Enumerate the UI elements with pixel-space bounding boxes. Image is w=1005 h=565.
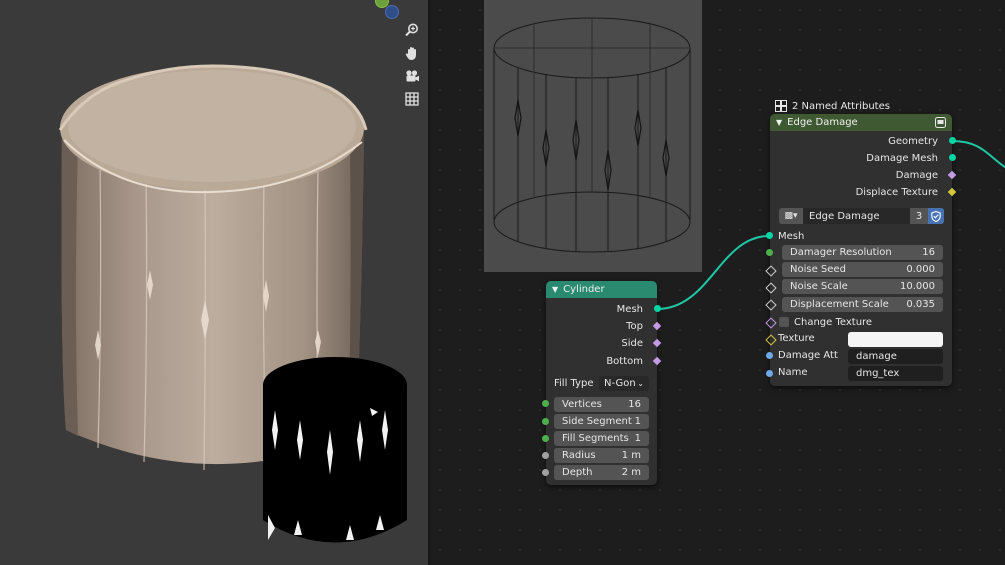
fill-type-dropdown[interactable]: N-Gon ⌄ [599,376,649,391]
output-damage-mesh-socket[interactable] [949,154,956,161]
output-side: Side [546,335,662,351]
change-texture-checkbox[interactable] [779,317,789,327]
chevron-down-icon: ⌄ [637,379,644,388]
3d-viewport[interactable] [0,0,428,565]
vertices-field[interactable]: Vertices 16 [554,397,649,412]
input-vertices-socket[interactable] [542,400,549,407]
output-top-socket[interactable] [652,321,662,331]
input-noise-scale-socket[interactable] [765,282,777,294]
texture-color-field[interactable] [848,332,943,347]
input-depth-socket[interactable] [542,469,549,476]
output-damage-socket[interactable] [947,170,957,180]
radius-field[interactable]: Radius 1 m [554,448,649,463]
edge-damage-node-header[interactable]: ▼ Edge Damage [770,114,952,131]
input-texture-socket[interactable] [765,334,777,346]
damager-resolution-field[interactable]: Damager Resolution 16 [782,245,943,260]
node-group-name-field[interactable]: Edge Damage [803,208,910,224]
node-group-icon[interactable] [935,117,946,128]
displacement-scale-field[interactable]: Displacement Scale 0.035 [782,297,943,312]
input-name-socket[interactable] [766,370,773,377]
input-change-texture-socket[interactable] [765,317,777,329]
input-displacement-scale-socket[interactable] [765,299,777,311]
node-tree-icon: ▩▾ [784,211,798,221]
output-geometry: Geometry [770,133,956,149]
output-damage: Damage [770,167,957,183]
node-group-users-count[interactable]: 3 [910,208,928,224]
damage-att-label: Damage Att [778,350,838,361]
noise-scale-field[interactable]: Noise Scale 10.000 [782,279,943,294]
input-radius-socket[interactable] [542,452,549,459]
input-mesh-socket[interactable] [766,232,773,239]
named-attributes-indicator: 2 Named Attributes [775,99,890,113]
noise-seed-field[interactable]: Noise Seed 0.000 [782,262,943,277]
texture-label: Texture [778,333,815,344]
damage-att-field[interactable]: damage [848,349,943,364]
output-displace-texture-socket[interactable] [947,187,957,197]
change-texture-checkbox-row[interactable]: Change Texture [779,315,872,329]
output-damage-mesh: Damage Mesh [770,150,956,166]
wireframe-preview-image [484,0,702,272]
output-geometry-socket[interactable] [949,137,956,144]
name-label: Name [778,367,808,378]
output-top: Top [546,318,662,334]
output-displace-texture: Displace Texture [770,184,957,200]
named-attributes-icon [775,100,787,112]
damage-mask-cylinder[interactable] [0,0,428,565]
node-group-selector[interactable]: ▩▾ Edge Damage 3 [779,208,944,224]
fill-segments-field[interactable]: Fill Segments 1 [554,431,649,446]
shield-icon [931,210,941,222]
input-noise-seed-socket[interactable] [765,265,777,277]
collapse-chevron-icon[interactable]: ▼ [776,118,782,127]
input-damager-resolution-socket[interactable] [766,249,773,256]
output-mesh: Mesh [546,301,661,317]
node-group-browse-button[interactable]: ▩▾ [779,208,803,224]
side-segment-field[interactable]: Side Segment 1 [554,414,649,429]
edge-damage-title: Edge Damage [787,117,858,128]
edge-damage-node[interactable]: ▼ Edge Damage Geometry Damage Mesh Damag… [765,114,957,386]
cylinder-node-header[interactable]: ▼ Cylinder [546,281,657,298]
collapse-chevron-icon[interactable]: ▼ [552,285,558,294]
name-field[interactable]: dmg_tex [848,366,943,381]
geometry-node-editor[interactable]: 2 Named Attributes ▼ Edge Damage Geometr… [430,0,1005,565]
cylinder-title: Cylinder [563,284,605,295]
output-mesh-socket[interactable] [654,305,661,312]
input-fill-segments-socket[interactable] [542,435,549,442]
cylinder-node[interactable]: ▼ Cylinder Mesh Top Side Bottom Fill Typ… [542,281,662,485]
depth-field[interactable]: Depth 2 m [554,465,649,480]
output-side-socket[interactable] [652,338,662,348]
input-side-segment-socket[interactable] [542,418,549,425]
fill-type-label: Fill Type [554,378,594,389]
input-mesh: Mesh [766,228,952,244]
output-bottom-socket[interactable] [652,356,662,366]
output-bottom: Bottom [546,353,662,369]
input-damage-att-socket[interactable] [766,352,773,359]
named-attributes-label: 2 Named Attributes [792,100,890,112]
fake-user-shield-button[interactable] [928,208,944,224]
